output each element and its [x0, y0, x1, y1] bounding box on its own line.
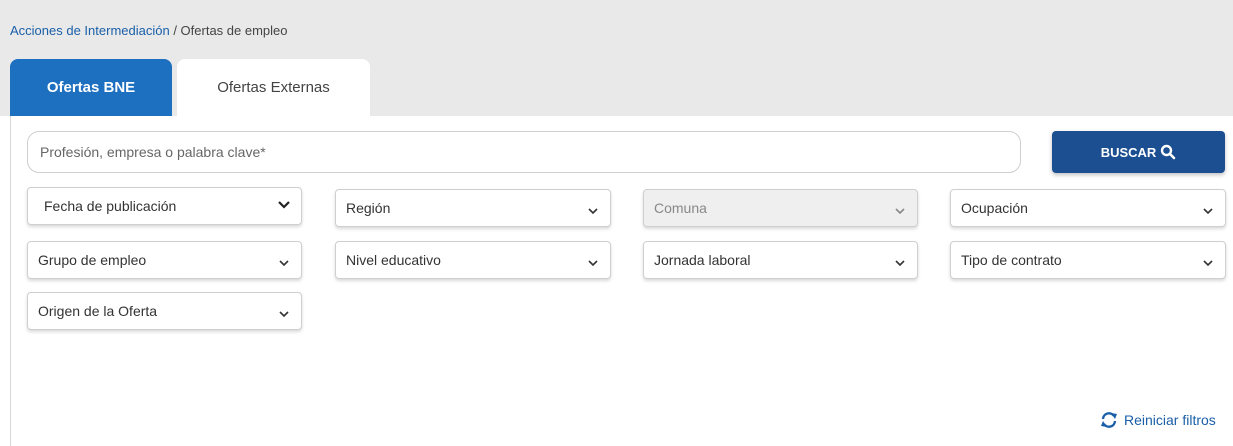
reset-filters-link[interactable]: Reiniciar filtros	[1100, 412, 1216, 428]
region-select[interactable]: Región	[335, 189, 611, 227]
tab-label: Ofertas Externas	[217, 79, 330, 96]
select-label: Jornada laboral	[654, 252, 751, 268]
chevron-down-icon	[895, 208, 905, 215]
chevron-down-icon	[588, 208, 598, 215]
select-label: Nivel educativo	[346, 252, 441, 268]
select-label: Región	[346, 200, 391, 216]
jornada-laboral-select[interactable]: Jornada laboral	[643, 241, 918, 279]
reset-filters-label: Reiniciar filtros	[1124, 412, 1216, 428]
chevron-down-icon	[278, 201, 290, 209]
search-input[interactable]	[27, 131, 1021, 173]
search-icon	[1161, 144, 1176, 160]
chevron-down-icon	[1203, 260, 1213, 267]
tab-label: Ofertas BNE	[46, 79, 136, 96]
fecha-publicacion-select[interactable]: Fecha de publicación	[27, 187, 302, 225]
chevron-down-icon	[1203, 208, 1213, 215]
ocupacion-select[interactable]: Ocupación	[950, 189, 1226, 227]
chevron-down-icon	[279, 260, 289, 267]
breadcrumb-link[interactable]: Acciones de Intermediación	[10, 23, 170, 38]
tipo-contrato-select[interactable]: Tipo de contrato	[950, 241, 1226, 279]
nivel-educativo-select[interactable]: Nivel educativo	[335, 241, 611, 279]
chevron-down-icon	[895, 260, 905, 267]
refresh-icon	[1101, 412, 1117, 428]
select-label: Origen de la Oferta	[38, 303, 158, 319]
select-label: Comuna	[654, 200, 707, 216]
tab-ofertas-externas[interactable]: Ofertas Externas	[177, 59, 370, 116]
select-label: Fecha de publicación	[44, 198, 177, 214]
chevron-down-icon	[588, 260, 598, 267]
tab-ofertas-bne[interactable]: Ofertas BNE	[10, 59, 172, 116]
chevron-down-icon	[279, 311, 289, 318]
origen-oferta-select[interactable]: Origen de la Oferta	[27, 292, 302, 330]
search-button-label: BUSCAR	[1100, 144, 1157, 160]
select-label: Ocupación	[961, 200, 1028, 216]
select-label: Tipo de contrato	[961, 252, 1062, 268]
select-label: Grupo de empleo	[38, 252, 147, 268]
search-button[interactable]: BUSCAR	[1052, 131, 1225, 173]
breadcrumb-separator: /	[169, 23, 181, 38]
comuna-select: Comuna	[643, 189, 918, 227]
breadcrumb: Acciones de Intermediación / Ofertas de …	[10, 23, 288, 38]
grupo-empleo-select[interactable]: Grupo de empleo	[27, 241, 302, 279]
breadcrumb-current: Ofertas de empleo	[180, 23, 288, 38]
